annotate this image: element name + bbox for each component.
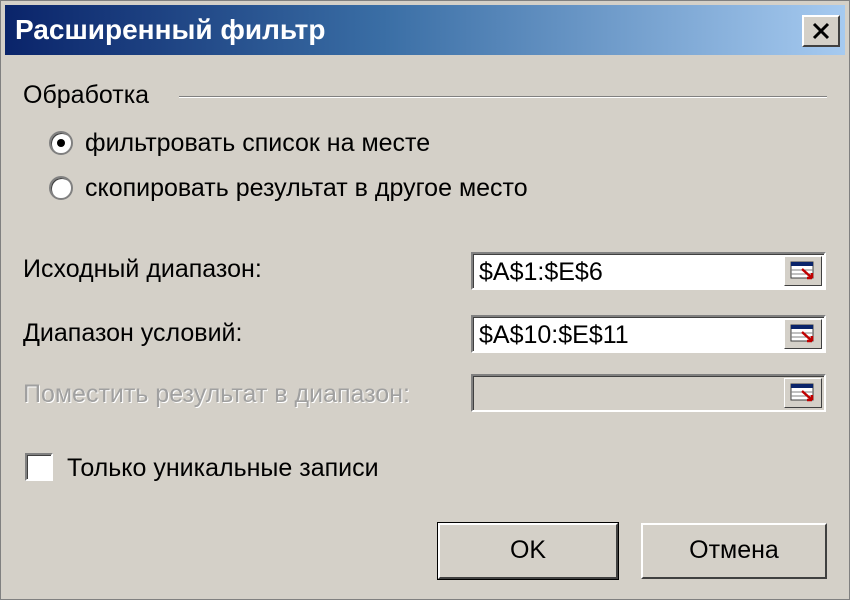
ok-button[interactable]: OK	[437, 522, 619, 580]
close-button[interactable]	[802, 15, 840, 47]
source-range-collapse-button[interactable]	[784, 256, 822, 286]
radio-selected-dot	[57, 139, 65, 147]
criteria-range-input[interactable]: $A$10:$E$11	[471, 315, 826, 353]
processing-group-label: Обработка	[23, 81, 150, 109]
copy-to-label: Поместить результат в диапазон:	[23, 380, 410, 408]
group-divider	[179, 96, 827, 98]
range-select-icon	[790, 261, 814, 280]
radio-filter-in-place[interactable]	[49, 131, 73, 155]
radio-filter-in-place-label[interactable]: фильтровать список на месте	[85, 129, 430, 158]
criteria-range-label: Диапазон условий:	[23, 319, 243, 347]
copy-to-collapse-button	[784, 378, 822, 408]
close-icon	[812, 22, 830, 40]
unique-records-label[interactable]: Только уникальные записи	[67, 454, 379, 483]
radio-copy-to-location-label[interactable]: скопировать результат в другое место	[85, 174, 528, 203]
radio-copy-to-location[interactable]	[49, 176, 73, 200]
dialog-title: Расширенный фильтр	[15, 14, 326, 45]
advanced-filter-dialog: Расширенный фильтр Обработка фильтровать…	[0, 0, 850, 600]
title-bar[interactable]: Расширенный фильтр	[5, 5, 845, 55]
source-range-input[interactable]: $A$1:$E$6	[471, 252, 826, 290]
unique-records-checkbox[interactable]	[25, 453, 53, 481]
cancel-button[interactable]: Отмена	[641, 523, 827, 579]
range-select-icon	[790, 383, 814, 402]
source-range-value: $A$1:$E$6	[479, 258, 603, 286]
source-range-label: Исходный диапазон:	[23, 255, 262, 283]
criteria-range-value: $A$10:$E$11	[479, 321, 629, 349]
range-select-icon	[790, 324, 814, 343]
copy-to-input	[471, 374, 826, 412]
criteria-range-collapse-button[interactable]	[784, 319, 822, 349]
